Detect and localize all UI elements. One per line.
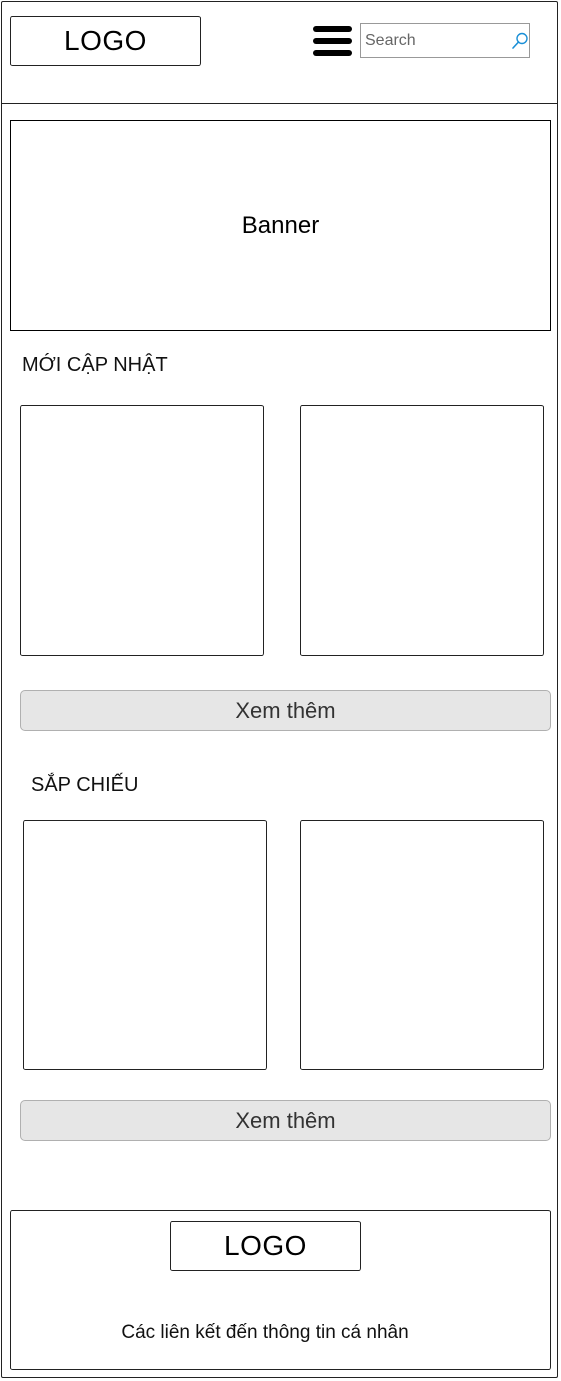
section-title: MỚI CẬP NHẬT	[22, 354, 168, 376]
movie-card[interactable]	[23, 820, 267, 1070]
search-input[interactable]	[365, 28, 505, 53]
header-logo-text: LOGO	[64, 25, 147, 56]
footer-personal-links[interactable]: Các liên kết đến thông tin cá nhân	[10, 1322, 520, 1344]
movie-card[interactable]	[20, 405, 264, 656]
banner-label: Banner	[241, 211, 320, 239]
footer-logo-text: LOGO	[224, 1230, 307, 1261]
see-more-label: Xem thêm	[235, 697, 336, 723]
footer-logo[interactable]: LOGO	[170, 1221, 361, 1271]
header-divider	[1, 103, 558, 104]
header-logo[interactable]: LOGO	[10, 16, 201, 66]
movie-card[interactable]	[300, 405, 544, 656]
search-box	[360, 23, 530, 58]
banner[interactable]: Banner	[10, 120, 551, 331]
movie-card[interactable]	[300, 820, 544, 1070]
see-more-button[interactable]: Xem thêm	[20, 1100, 551, 1141]
see-more-label: Xem thêm	[235, 1107, 336, 1133]
hamburger-menu-icon[interactable]	[313, 26, 352, 56]
section-title: SẮP CHIẾU	[31, 774, 139, 796]
search-icon[interactable]	[511, 32, 529, 50]
see-more-button[interactable]: Xem thêm	[20, 690, 551, 731]
